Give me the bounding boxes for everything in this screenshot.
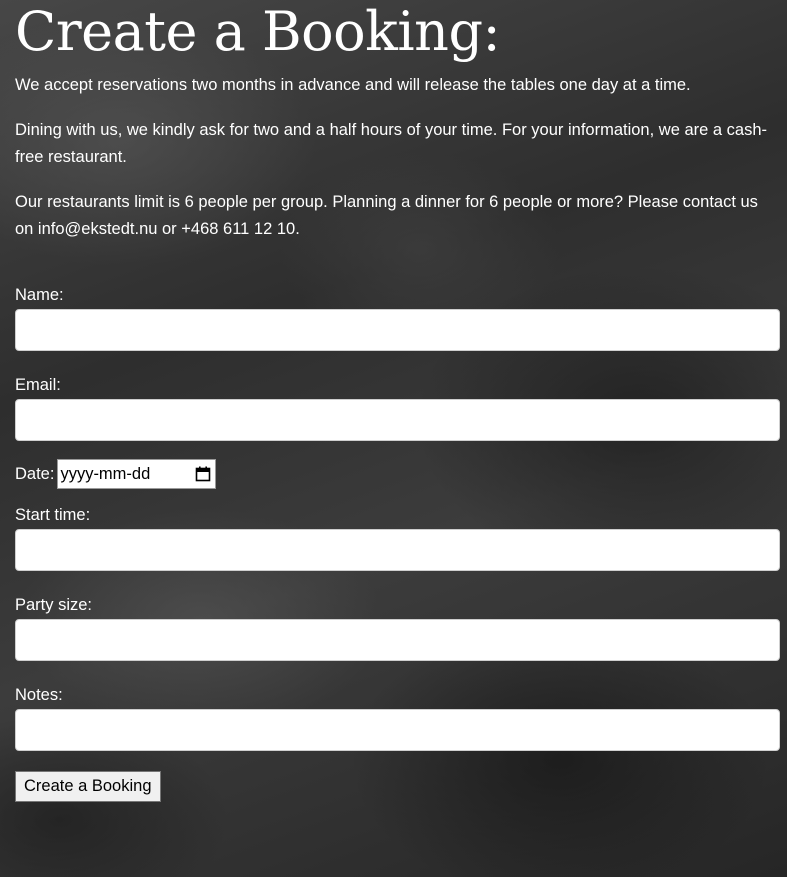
name-input[interactable] [15, 309, 780, 351]
start-time-label: Start time: [15, 506, 91, 524]
name-label: Name: [15, 286, 64, 304]
intro-paragraph-group-limit: Our restaurants limit is 6 people per gr… [15, 193, 758, 238]
date-placeholder: yyyy-mm-dd [60, 464, 151, 483]
party-size-input[interactable] [15, 619, 780, 661]
date-label: Date: [15, 465, 55, 483]
notes-input[interactable] [15, 709, 780, 751]
date-input[interactable]: yyyy-mm-dd [57, 459, 217, 489]
email-input[interactable] [15, 399, 780, 441]
create-booking-button[interactable]: Create a Booking [15, 771, 161, 802]
date-row: Date: yyyy-mm-dd [15, 459, 780, 489]
party-size-label: Party size: [15, 596, 93, 614]
booking-form: Name: Email: Date: yyyy-mm-dd Start time… [15, 285, 780, 802]
start-time-input[interactable] [15, 529, 780, 571]
intro-paragraph-duration: Dining with us, we kindly ask for two an… [15, 121, 767, 166]
calendar-icon[interactable] [195, 466, 211, 482]
intro-paragraph-reservations: We accept reservations two months in adv… [15, 76, 691, 94]
email-label: Email: [15, 376, 61, 394]
page-title: Create a Booking: [15, 0, 501, 63]
notes-label: Notes: [15, 686, 63, 704]
booking-section: Create a Booking: We accept reservations… [15, 0, 780, 802]
